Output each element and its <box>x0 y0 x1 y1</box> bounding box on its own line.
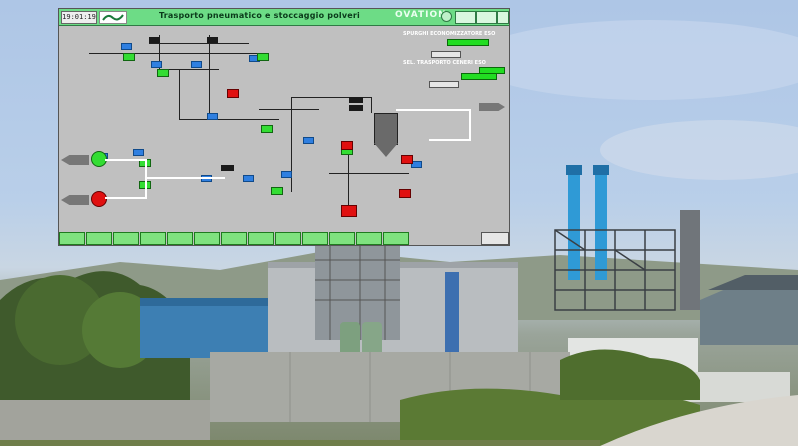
air-line <box>145 159 147 199</box>
footer-button-10[interactable] <box>302 232 328 245</box>
pipe <box>259 109 319 110</box>
footer-button-4[interactable] <box>140 232 166 245</box>
footer-button-6[interactable] <box>194 232 220 245</box>
vent-line <box>396 109 471 111</box>
pipe <box>89 53 259 54</box>
air-line <box>105 197 145 199</box>
valve-icon[interactable] <box>243 175 254 182</box>
pipe <box>179 69 180 119</box>
valve-icon[interactable] <box>121 43 132 50</box>
status-bar <box>461 73 497 80</box>
tag-display <box>149 37 161 43</box>
status-bar <box>447 39 489 46</box>
panel-button-1[interactable] <box>431 51 461 58</box>
tag-display <box>349 105 364 111</box>
valve-icon[interactable] <box>303 137 314 144</box>
footer-button-7[interactable] <box>221 232 247 245</box>
air-line <box>145 177 225 179</box>
arrow-inlet-icon <box>61 195 89 205</box>
brand-label: OVATION <box>395 10 447 20</box>
header-button-1[interactable] <box>455 11 476 24</box>
header-button-2[interactable] <box>476 11 497 24</box>
footer-button-8[interactable] <box>248 232 274 245</box>
scada-header: 19:01:19 Trasporto pneumatico e stoccagg… <box>59 9 509 26</box>
arrow-outlet-icon <box>479 103 505 111</box>
section1-title: SPURGHI ECONOMIZZATORE ESO <box>403 31 496 37</box>
motor-running-icon[interactable] <box>261 125 273 133</box>
silo-icon <box>374 113 398 145</box>
pipe <box>179 119 279 120</box>
panel-button-2[interactable] <box>429 81 459 88</box>
header-button-3[interactable] <box>497 11 509 24</box>
ovation-logo-icon <box>441 11 452 22</box>
pipe <box>209 35 210 115</box>
motor-running-icon[interactable] <box>123 53 135 61</box>
pipe <box>371 97 372 113</box>
arrow-inlet-icon <box>61 155 89 165</box>
motor-running-icon[interactable] <box>257 53 269 61</box>
valve-icon[interactable] <box>207 113 218 120</box>
pipe <box>329 173 409 174</box>
footer-button-3[interactable] <box>113 232 139 245</box>
valve-icon[interactable] <box>151 61 162 68</box>
footer-button-9[interactable] <box>275 232 301 245</box>
footer-nav <box>59 231 509 245</box>
clock-display: 19:01:19 <box>61 11 97 24</box>
section2-title: SEL. TRASPORTO CENERI ESO <box>403 60 486 66</box>
valve-icon[interactable] <box>133 149 144 156</box>
tag-display <box>349 97 364 103</box>
vent-line <box>429 139 471 141</box>
tag-display <box>221 165 234 171</box>
tag-display <box>207 37 219 43</box>
vent-line <box>469 109 471 139</box>
motor-stopped-icon[interactable] <box>341 141 353 150</box>
footer-info-box[interactable] <box>481 232 509 245</box>
valve-icon[interactable] <box>191 61 202 68</box>
footer-button-12[interactable] <box>356 232 382 245</box>
motor-stopped-icon[interactable] <box>401 155 413 164</box>
scada-window: 19:01:19 Trasporto pneumatico e stoccagg… <box>58 8 510 246</box>
page-title: Trasporto pneumatico e stoccaggio polver… <box>159 11 360 20</box>
blower-icon[interactable] <box>91 191 107 207</box>
motor-running-icon[interactable] <box>271 187 283 195</box>
valve-icon[interactable] <box>281 171 292 178</box>
pipe <box>348 155 349 205</box>
pipe <box>149 43 249 44</box>
company-logo-icon <box>99 11 127 24</box>
footer-button-1[interactable] <box>59 232 85 245</box>
truck-icon <box>341 205 357 217</box>
footer-button-13[interactable] <box>383 232 409 245</box>
footer-button-5[interactable] <box>167 232 193 245</box>
footer-button-11[interactable] <box>329 232 355 245</box>
motor-stopped-icon[interactable] <box>399 189 411 198</box>
motor-running-icon[interactable] <box>157 69 169 77</box>
footer-button-2[interactable] <box>86 232 112 245</box>
motor-stopped-icon[interactable] <box>227 89 239 98</box>
air-line <box>105 159 145 161</box>
silo-cone <box>374 143 398 157</box>
